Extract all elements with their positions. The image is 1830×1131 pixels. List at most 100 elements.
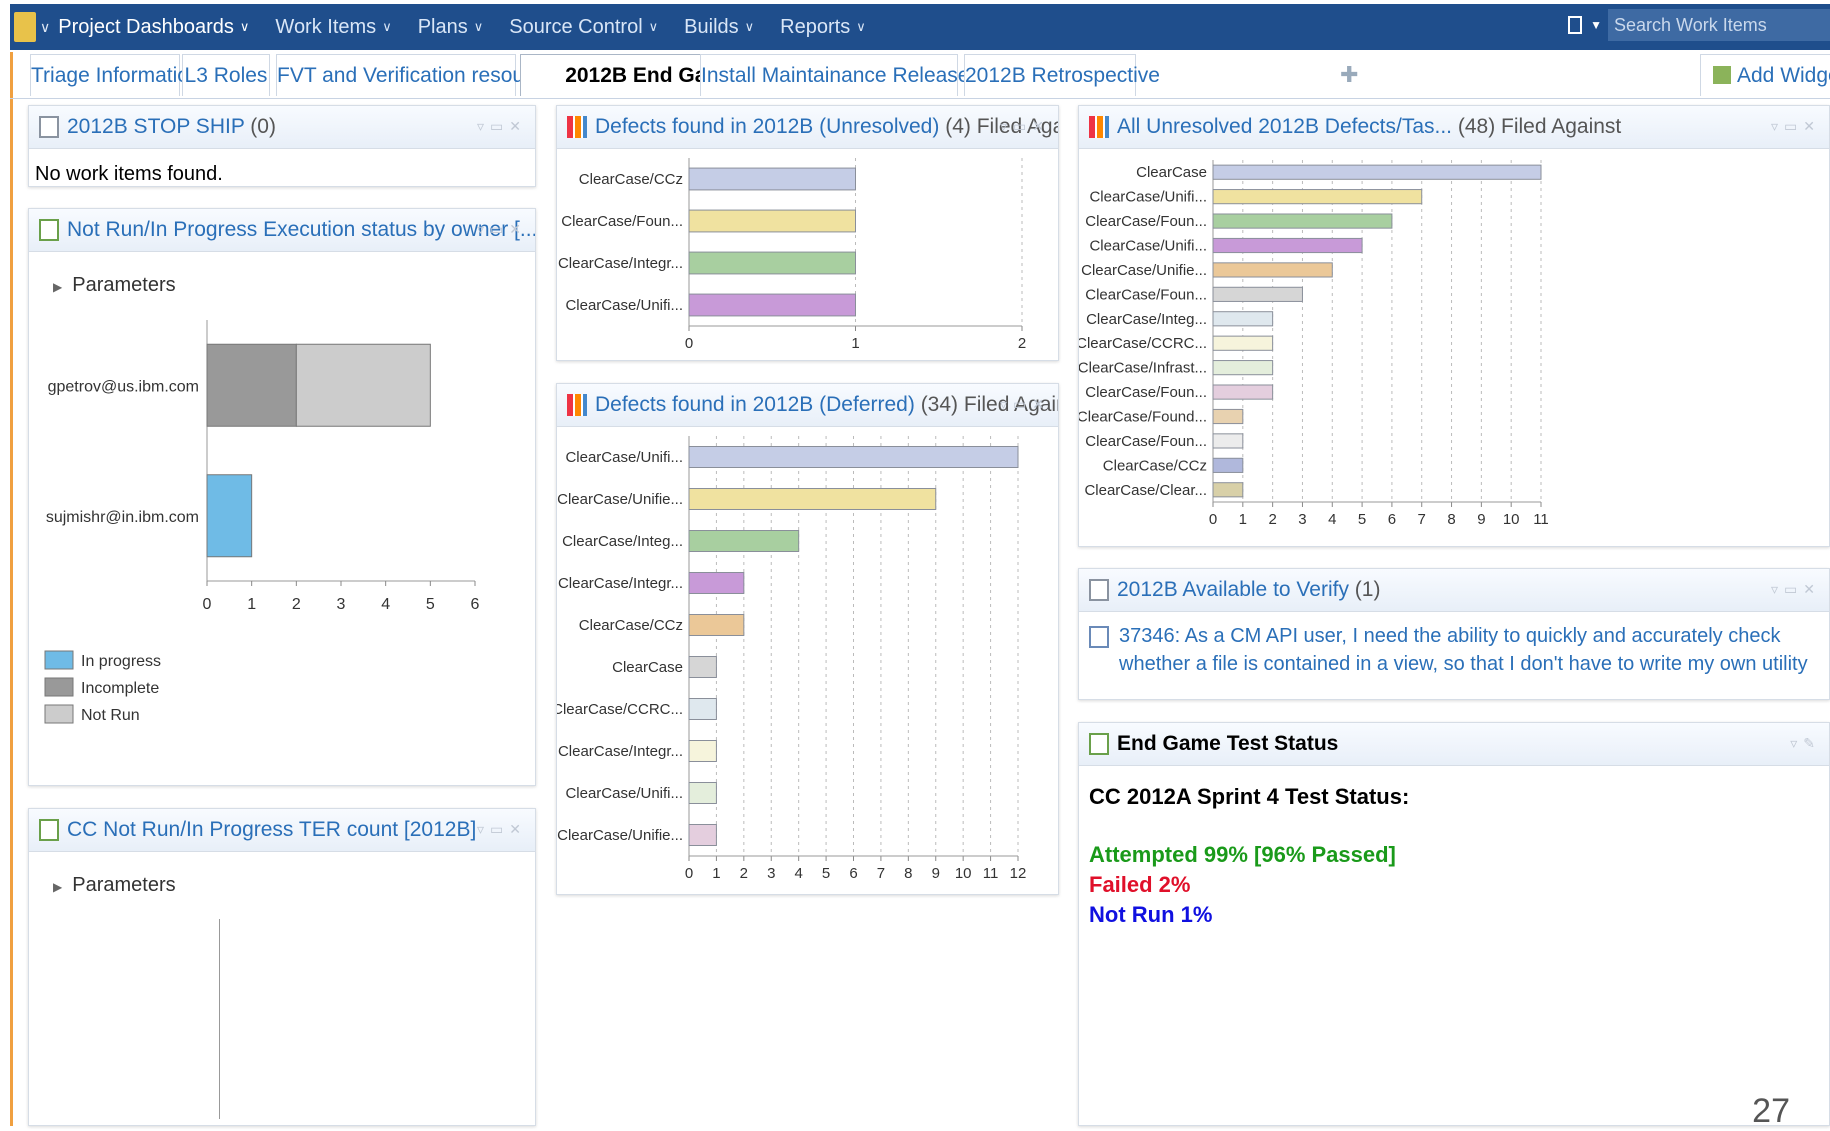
widget-controls-icon[interactable]: ▿▭✕ [1771,118,1821,135]
tick-label: 4 [1328,511,1336,528]
add-tab-icon[interactable]: ✚ [1340,62,1358,88]
widget-title-bar: Defects found in 2012B (Unresolved) (4) … [557,106,1058,149]
bar [688,824,717,846]
tab-l3-roles[interactable]: L3 Roles [182,54,270,96]
app-logo-icon[interactable] [14,12,36,42]
work-item-list-icon [1089,579,1109,601]
widget-controls-icon[interactable]: ▿▭✕ [477,221,527,238]
empty-message: No work items found. [35,163,223,185]
report-icon [39,819,59,841]
widget-title[interactable]: All Unresolved 2012B Defects/Tas... (48)… [1117,115,1621,139]
tick-label: 1 [851,335,859,352]
widget-title[interactable]: 2012B Available to Verify (1) [1117,578,1380,602]
stacked-bar [295,343,431,427]
tick-label: 5 [426,596,435,613]
widget-controls-icon[interactable]: ▿▭✕ [1771,581,1821,598]
widget-defects-unresolved: Defects found in 2012B (Unresolved) (4) … [556,105,1059,361]
bar [688,446,1019,468]
nav-plans[interactable]: Plans ∨ [418,16,484,39]
widget-controls-icon[interactable]: ▿✎ [1790,735,1821,752]
category-label: ClearCase/CCRC... [1079,335,1207,352]
widget-controls-icon[interactable]: ▿▭✕ [1000,396,1050,413]
tick-label: 10 [1503,511,1520,528]
tab-triage-information[interactable]: Triage Information [30,54,201,96]
tick-label: 12 [1010,865,1027,882]
bar [1212,311,1274,327]
bar [688,656,717,678]
tick-label: 9 [932,865,940,882]
add-widget-button[interactable]: Add Widget [1700,54,1830,96]
work-item-type-icon[interactable] [1568,16,1583,34]
tab-fvt-verification[interactable]: FVT and Verification resources [276,54,564,96]
chevron-down-icon[interactable]: ∨ [40,19,50,36]
legend-label: Incomplete [81,680,159,697]
test-status-heading: CC 2012A Sprint 4 Test Status: [1089,784,1410,809]
search-work-items-input[interactable]: Search Work Items [1608,9,1830,41]
widget-title[interactable]: Defects found in 2012B (Unresolved) (4) … [595,115,1058,139]
chevron-down-icon: ∨ [473,19,484,34]
category-label: gpetrov@us.ibm.com [48,378,199,395]
category-label: ClearCase/Unifi... [1089,189,1207,206]
nav-builds[interactable]: Builds ∨ [684,16,754,39]
bar [688,251,856,275]
caret-down-icon[interactable]: ▼ [1590,18,1602,32]
widget-controls-icon[interactable]: ▿▭✕ [477,821,527,838]
category-label: ClearCase/Integr... [558,575,683,592]
add-widget-icon [1713,66,1731,84]
tick-label: 11 [983,865,999,882]
category-label: ClearCase/Clear... [1084,482,1207,499]
bar [1212,237,1363,254]
widget-title[interactable]: CC Not Run/In Progress TER count [2012B] [67,818,476,842]
tab-2012b-retrospective[interactable]: 2012B Retrospective [964,54,1160,96]
widget-available-to-verify: 2012B Available to Verify (1) ▿▭✕ 37346:… [1078,568,1830,700]
legend-label: Not Run [81,707,140,724]
bar [688,740,717,762]
execution-status-chart: 0 1 2 3 4 5 6 gpetrov@us.ibm.com sujmishr@in.ibm… [44,320,480,724]
tick-label: 1 [712,865,720,882]
chevron-down-icon: ∨ [744,19,755,34]
nav-search-area: ▼ Search Work Items [1568,9,1830,41]
nav-work-items[interactable]: Work Items ∨ [275,16,391,39]
work-item-link[interactable]: 37346: As a CM API user, I need the abil… [1119,622,1819,678]
category-label: ClearCase/Integ... [562,533,683,550]
bar [1212,213,1393,229]
tick-label: 4 [381,596,390,613]
category-label: ClearCase/Unifi... [565,449,683,466]
category-label: ClearCase/Integr... [558,255,683,272]
widget-controls-icon[interactable]: ▿▭✕ [477,118,527,135]
widget-title[interactable]: Defects found in 2012B (Deferred) (34) F… [595,393,1058,417]
tick-label: 2 [292,596,301,613]
category-label: ClearCase [1136,164,1207,181]
tick-label: 3 [767,865,775,882]
tick-label: 2 [1018,335,1026,352]
widget-title-bar: Defects found in 2012B (Deferred) (34) F… [557,384,1058,427]
widget-all-unresolved: All Unresolved 2012B Defects/Tas... (48)… [1078,105,1830,547]
category-label: ClearCase/Unifie... [1081,262,1207,279]
widget-title[interactable]: 2012B STOP SHIP (0) [67,115,276,139]
widget-end-game-test-status: End Game Test Status ▿✎ CC 2012A Sprint … [1078,722,1830,1126]
parameters-toggle[interactable]: ▶ Parameters [29,852,535,897]
widget-controls-icon[interactable]: ▿▭✕ [1000,118,1050,135]
top-navigation-bar: ∨ Project Dashboards ∨ Work Items ∨ Plans ∨… [10,4,1830,50]
work-item-list-icon [39,116,59,138]
nav-reports[interactable]: Reports ∨ [780,16,866,39]
bar [1212,360,1274,376]
not-run-status: Not Run 1% [1089,902,1213,927]
widget-title-bar: All Unresolved 2012B Defects/Tas... (48)… [1079,106,1829,149]
nav-source-control[interactable]: Source Control ∨ [509,16,658,39]
category-label: ClearCase/Foun... [1085,384,1207,401]
bar [1212,335,1274,351]
category-label: ClearCase/CCz [1103,457,1207,474]
tab-install-maintainance[interactable]: Install Maintainance Release Tab [700,54,1009,96]
category-label: ClearCase/CCz [579,617,683,634]
tick-label: 9 [1477,511,1485,528]
chevron-down-icon: ∨ [648,19,659,34]
widget-execution-status: Not Run/In Progress Execution status by … [28,208,536,786]
bar-chart-icon [567,116,587,138]
nav-project-dashboards[interactable]: Project Dashboards ∨ [58,16,249,39]
widget-title[interactable]: End Game Test Status [1117,732,1338,756]
widget-title[interactable]: Not Run/In Progress Execution status by … [67,218,535,242]
tick-label: 2 [740,865,748,882]
tick-label: 0 [685,865,693,882]
